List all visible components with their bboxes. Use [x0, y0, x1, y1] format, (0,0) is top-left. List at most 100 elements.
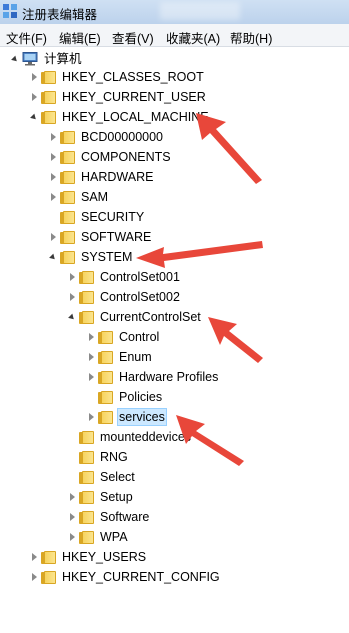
tree-node-label: Setup: [100, 490, 133, 504]
expand-toggle[interactable]: [67, 267, 77, 287]
tree-node-enum[interactable]: Enum: [86, 347, 153, 367]
folder-icon: [60, 150, 75, 164]
expand-toggle[interactable]: [29, 87, 39, 107]
folder-icon: [79, 490, 94, 504]
expand-toggle[interactable]: [86, 367, 96, 387]
tree-node-software-system[interactable]: Software: [67, 507, 150, 527]
tree-node-components[interactable]: COMPONENTS: [48, 147, 172, 167]
tree-node-label: HARDWARE: [81, 170, 154, 184]
folder-icon: [60, 170, 75, 184]
tree-node-select[interactable]: Select: [67, 467, 136, 487]
tree-node-mounteddevices[interactable]: mounteddevices: [67, 427, 192, 447]
expand-toggle[interactable]: [29, 107, 39, 127]
expand-toggle[interactable]: [29, 567, 39, 587]
expand-toggle[interactable]: [86, 327, 96, 347]
folder-icon: [60, 130, 75, 144]
tree-node-currentcontrolset[interactable]: CurrentControlSet: [67, 307, 202, 327]
tree-node-hkey-current-config[interactable]: HKEY_CURRENT_CONFIG: [29, 567, 221, 587]
expand-toggle[interactable]: [48, 187, 58, 207]
expand-toggle[interactable]: [48, 127, 58, 147]
expanded-arrow-icon: [11, 55, 19, 63]
expand-toggle[interactable]: [86, 347, 96, 367]
tree-node-hkey-users[interactable]: HKEY_USERS: [29, 547, 147, 567]
menu-help[interactable]: 帮助(H): [230, 28, 272, 47]
tree-node-controlset002[interactable]: ControlSet002: [67, 287, 181, 307]
tree-node-rng[interactable]: RNG: [67, 447, 129, 467]
tree-node-setup[interactable]: Setup: [67, 487, 134, 507]
expand-toggle[interactable]: [10, 49, 20, 69]
tree-node-system[interactable]: SYSTEM: [48, 247, 133, 267]
tree-node-security[interactable]: SECURITY: [48, 207, 145, 227]
tree-node-label: ControlSet001: [100, 270, 180, 284]
tree-node-hkey-local-machine[interactable]: HKEY_LOCAL_MACHINE: [29, 107, 210, 127]
tree-node-sam[interactable]: SAM: [48, 187, 109, 207]
tree-node-label: RNG: [100, 450, 128, 464]
collapsed-arrow-icon: [69, 533, 75, 541]
folder-icon: [79, 310, 94, 324]
expand-toggle[interactable]: [48, 227, 58, 247]
tree-node-label: 计算机: [44, 52, 82, 66]
expand-toggle[interactable]: [67, 507, 77, 527]
tree-node-label: WPA: [100, 530, 128, 544]
tree-node-label: SYSTEM: [81, 250, 133, 264]
expand-toggle[interactable]: [48, 167, 58, 187]
folder-icon: [41, 90, 56, 104]
tree-node-policies[interactable]: Policies: [86, 387, 163, 407]
folder-icon: [98, 410, 113, 424]
expand-toggle: [48, 207, 58, 227]
tree-node-label: SAM: [81, 190, 109, 204]
expand-toggle[interactable]: [86, 407, 96, 427]
expanded-arrow-icon: [49, 253, 57, 261]
tree-node-hardware[interactable]: HARDWARE: [48, 167, 154, 187]
tree-node-wpa[interactable]: WPA: [67, 527, 129, 547]
menu-file[interactable]: 文件(F): [6, 28, 47, 47]
folder-icon: [41, 570, 56, 584]
tree-node-hardware-profiles[interactable]: Hardware Profiles: [86, 367, 219, 387]
tree-node-hkey-classes-root[interactable]: HKEY_CLASSES_ROOT: [29, 67, 205, 87]
collapsed-arrow-icon: [69, 273, 75, 281]
collapsed-arrow-icon: [50, 153, 56, 161]
tree-node-controlset001[interactable]: ControlSet001: [67, 267, 181, 287]
tree-node-label: Hardware Profiles: [119, 370, 219, 384]
tree-node-label: ControlSet002: [100, 290, 180, 304]
expand-toggle[interactable]: [67, 307, 77, 327]
menu-view[interactable]: 查看(V): [112, 28, 154, 47]
tree-node-hkey-current-user[interactable]: HKEY_CURRENT_USER: [29, 87, 207, 107]
folder-icon: [79, 530, 94, 544]
collapsed-arrow-icon: [50, 193, 56, 201]
collapsed-arrow-icon: [31, 93, 37, 101]
folder-icon: [98, 390, 113, 404]
folder-icon: [41, 110, 56, 124]
title-bar-blur: [160, 2, 240, 20]
window-title: 注册表编辑器: [22, 8, 98, 22]
tree-node-label: Control: [119, 330, 160, 344]
tree-node-software[interactable]: SOFTWARE: [48, 227, 152, 247]
tree-node-label: Policies: [119, 390, 163, 404]
tree-node-label: SECURITY: [81, 210, 145, 224]
tree-node-control[interactable]: Control: [86, 327, 160, 347]
folder-icon: [41, 550, 56, 564]
tree-node-label: HKEY_LOCAL_MACHINE: [62, 110, 209, 124]
tree-node-label: CurrentControlSet: [100, 310, 201, 324]
tree-node-services[interactable]: services: [86, 407, 167, 427]
expand-toggle[interactable]: [67, 487, 77, 507]
collapsed-arrow-icon: [88, 373, 94, 381]
expand-toggle[interactable]: [48, 147, 58, 167]
expand-toggle[interactable]: [67, 527, 77, 547]
collapsed-arrow-icon: [50, 173, 56, 181]
expand-toggle[interactable]: [67, 287, 77, 307]
menu-edit[interactable]: 编辑(E): [59, 28, 101, 47]
collapsed-arrow-icon: [50, 133, 56, 141]
menu-favorites[interactable]: 收藏夹(A): [166, 28, 220, 47]
expand-toggle[interactable]: [29, 547, 39, 567]
expand-toggle[interactable]: [29, 67, 39, 87]
folder-icon: [79, 510, 94, 524]
tree-node-computer[interactable]: 计算机: [10, 49, 83, 69]
tree-node-label: Software: [100, 510, 150, 524]
folder-icon: [60, 190, 75, 204]
collapsed-arrow-icon: [88, 353, 94, 361]
tree-node-bcd00000000[interactable]: BCD00000000: [48, 127, 164, 147]
folder-icon: [79, 430, 94, 444]
collapsed-arrow-icon: [88, 333, 94, 341]
expand-toggle[interactable]: [48, 247, 58, 267]
